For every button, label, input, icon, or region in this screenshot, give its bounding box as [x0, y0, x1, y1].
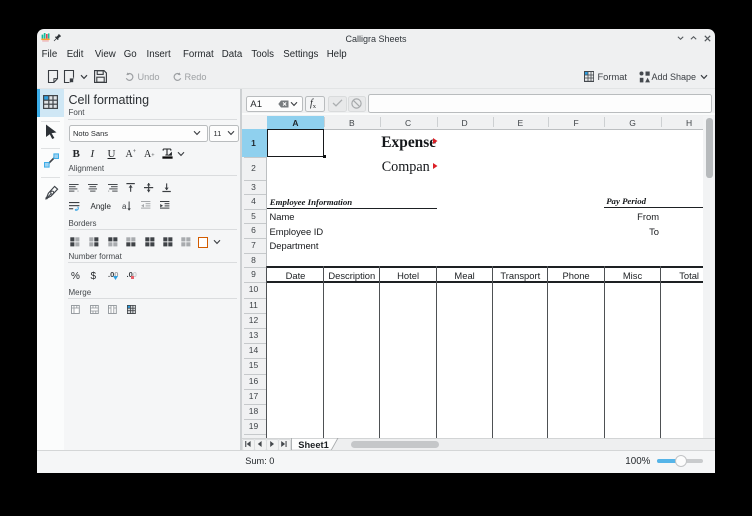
svg-text:a: a: [122, 202, 127, 211]
